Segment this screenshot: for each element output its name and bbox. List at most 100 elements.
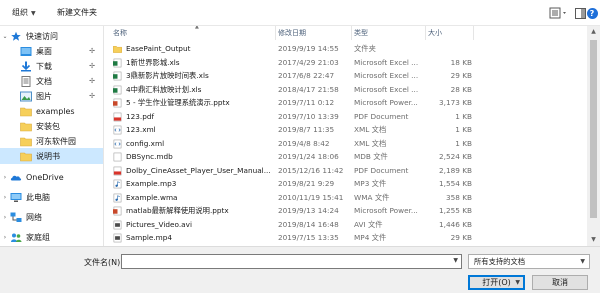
file-type: Microsoft Excel ... <box>354 71 419 80</box>
mdb-file-icon <box>113 152 122 162</box>
computer-icon <box>10 192 22 202</box>
column-header-type[interactable]: 类型 <box>354 28 368 38</box>
file-row[interactable]: 3鼎新影片放映时间表.xls 2017/6/8 22:47 Microsoft … <box>105 69 587 83</box>
nav-item-manuals[interactable]: 说明书 <box>0 148 103 164</box>
file-date: 2019/7/11 0:12 <box>278 98 335 107</box>
excel-icon <box>113 71 122 81</box>
nav-item-documents[interactable]: 文档 ✢ <box>0 73 103 89</box>
nav-item-hedong[interactable]: 河东软件园 <box>0 133 103 149</box>
column-divider[interactable] <box>425 26 426 40</box>
star-icon <box>11 31 21 41</box>
chevron-down-icon[interactable]: ⌄ <box>0 33 10 40</box>
file-size: 18 KB <box>450 57 472 67</box>
nav-item-examples[interactable]: examples <box>0 103 103 119</box>
chevron-down-icon[interactable]: ▼ <box>515 276 520 289</box>
powerpoint-icon <box>113 206 122 216</box>
file-size: 3,173 KB <box>439 98 472 107</box>
nav-item-this-pc[interactable]: › 此电脑 <box>0 189 103 205</box>
excel-icon <box>113 58 122 67</box>
cancel-button[interactable]: 取消 <box>532 275 588 290</box>
preview-pane-button[interactable] <box>574 5 586 21</box>
file-name: 1新世界影城.xls <box>126 57 180 67</box>
pin-icon: ✢ <box>89 47 95 55</box>
column-divider[interactable] <box>351 26 352 40</box>
nav-item-label: 安装包 <box>36 121 60 131</box>
nav-item-downloads[interactable]: 下载 ✢ <box>0 58 103 74</box>
column-header-date[interactable]: 修改日期 <box>278 28 306 38</box>
file-row[interactable]: 1新世界影城.xls 2017/4/29 21:03 Microsoft Exc… <box>105 56 587 70</box>
file-name: 3鼎新影片放映时间表.xls <box>126 71 209 80</box>
nav-item-label: 快速访问 <box>26 31 58 41</box>
file-row[interactable]: Example.wma 2010/11/19 15:41 WMA 文件 358 … <box>105 191 587 205</box>
change-view-button[interactable] <box>548 5 570 21</box>
nav-item-label: 说明书 <box>36 151 60 161</box>
organize-button[interactable]: 组织 ▼ <box>9 6 39 20</box>
filetype-select[interactable]: 所有支持的文档 ▼ <box>468 254 590 269</box>
chevron-right-icon[interactable]: › <box>0 174 10 181</box>
nav-item-pictures[interactable]: 图片 ✢ <box>0 88 103 104</box>
file-name: Pictures_Video.avi <box>126 219 192 229</box>
file-row[interactable]: matlab最新解释使用说明.pptx 2019/9/13 14:24 Micr… <box>105 204 587 218</box>
chevron-down-icon: ▼ <box>580 258 585 265</box>
file-type: Microsoft Power... <box>354 98 418 107</box>
scroll-down-icon[interactable]: ▼ <box>587 234 600 246</box>
nav-item-quick-access[interactable]: ⌄ 快速访问 <box>0 28 103 44</box>
chevron-right-icon[interactable]: › <box>0 194 10 201</box>
file-row[interactable]: config.xml 2019/4/8 8:42 XML 文档 1 KB <box>105 137 587 151</box>
video-icon <box>113 220 122 229</box>
file-row[interactable]: Sample.mp4 2019/7/15 13:35 MP4 文件 29 KB <box>105 231 587 245</box>
folder-icon <box>20 137 32 146</box>
file-size: 1,446 KB <box>439 219 472 229</box>
help-button[interactable]: ? <box>586 5 598 21</box>
scroll-thumb[interactable] <box>590 40 597 218</box>
nav-item-label: 下载 <box>36 61 52 71</box>
column-header-name[interactable]: 名称 <box>113 28 127 38</box>
xml-icon <box>113 139 122 148</box>
nav-item-label: 文档 <box>36 76 52 86</box>
file-type: MP3 文件 <box>354 179 387 188</box>
xml-icon <box>113 125 122 135</box>
file-size: 2,189 KB <box>439 165 472 175</box>
file-row[interactable]: 123.xml 2019/8/7 11:35 XML 文档 1 KB <box>105 123 587 137</box>
dialog-footer: 文件名(N): ▼ 所有支持的文档 ▼ 打开(O) ▼ 取消 <box>0 246 600 293</box>
file-row[interactable]: Pictures_Video.avi 2019/8/14 16:48 AVI 文… <box>105 218 587 232</box>
nav-item-onedrive[interactable]: › OneDrive <box>0 169 103 185</box>
nav-item-desktop[interactable]: 桌面 ✢ <box>0 43 103 59</box>
file-row[interactable]: Dolby_CineAsset_Player_User_Manual... 20… <box>105 164 587 178</box>
file-type: Microsoft Excel ... <box>354 57 419 67</box>
file-name: matlab最新解释使用说明.pptx <box>126 206 229 215</box>
nav-item-label: OneDrive <box>26 172 64 182</box>
nav-item-network[interactable]: › 网络 <box>0 209 103 225</box>
folder-icon <box>20 152 32 161</box>
column-divider[interactable] <box>275 26 276 40</box>
filename-input[interactable]: ▼ <box>121 254 462 269</box>
new-folder-button[interactable]: 新建文件夹 <box>54 6 100 20</box>
file-row[interactable]: DBSync.mdb 2019/1/24 18:06 MDB 文件 2,524 … <box>105 150 587 164</box>
column-header-size[interactable]: 大小 <box>428 28 442 38</box>
file-type: AVI 文件 <box>354 219 383 229</box>
file-date: 2019/9/19 14:55 <box>278 44 339 53</box>
sort-ascending-icon: ▲ <box>195 26 199 30</box>
vertical-scrollbar[interactable]: ▲ ▼ <box>587 26 600 246</box>
scroll-up-icon[interactable]: ▲ <box>587 26 600 38</box>
file-row[interactable]: Example.mp3 2019/8/21 9:29 MP3 文件 1,554 … <box>105 177 587 191</box>
nav-item-installers[interactable]: 安装包 <box>0 118 103 134</box>
file-row[interactable]: 4中鼎汇料放映计划.xls 2018/4/17 21:58 Microsoft … <box>105 83 587 97</box>
column-divider[interactable] <box>473 26 474 40</box>
open-button[interactable]: 打开(O) ▼ <box>468 275 525 290</box>
file-row[interactable]: 123.pdf 2019/7/10 13:39 PDF Document 1 K… <box>105 110 587 124</box>
excel-icon <box>113 85 122 94</box>
video-icon <box>113 233 122 243</box>
file-date: 2017/4/29 21:03 <box>278 57 339 67</box>
file-row[interactable]: EasePaint_Output 2019/9/19 14:55 文件夹 <box>105 42 587 56</box>
homegroup-icon <box>11 233 22 242</box>
nav-item-homegroup[interactable]: › 家庭组 <box>0 229 103 245</box>
file-row[interactable]: 5 - 学生作业管理系统演示.pptx 2019/7/11 0:12 Micro… <box>105 96 587 110</box>
pin-icon: ✢ <box>89 92 95 100</box>
chevron-right-icon[interactable]: › <box>0 214 10 221</box>
chevron-down-icon[interactable]: ▼ <box>453 257 458 264</box>
file-type: MDB 文件 <box>354 152 388 161</box>
file-size: 1 KB <box>455 125 472 134</box>
chevron-right-icon[interactable]: › <box>0 234 10 241</box>
folder-icon <box>20 122 32 131</box>
